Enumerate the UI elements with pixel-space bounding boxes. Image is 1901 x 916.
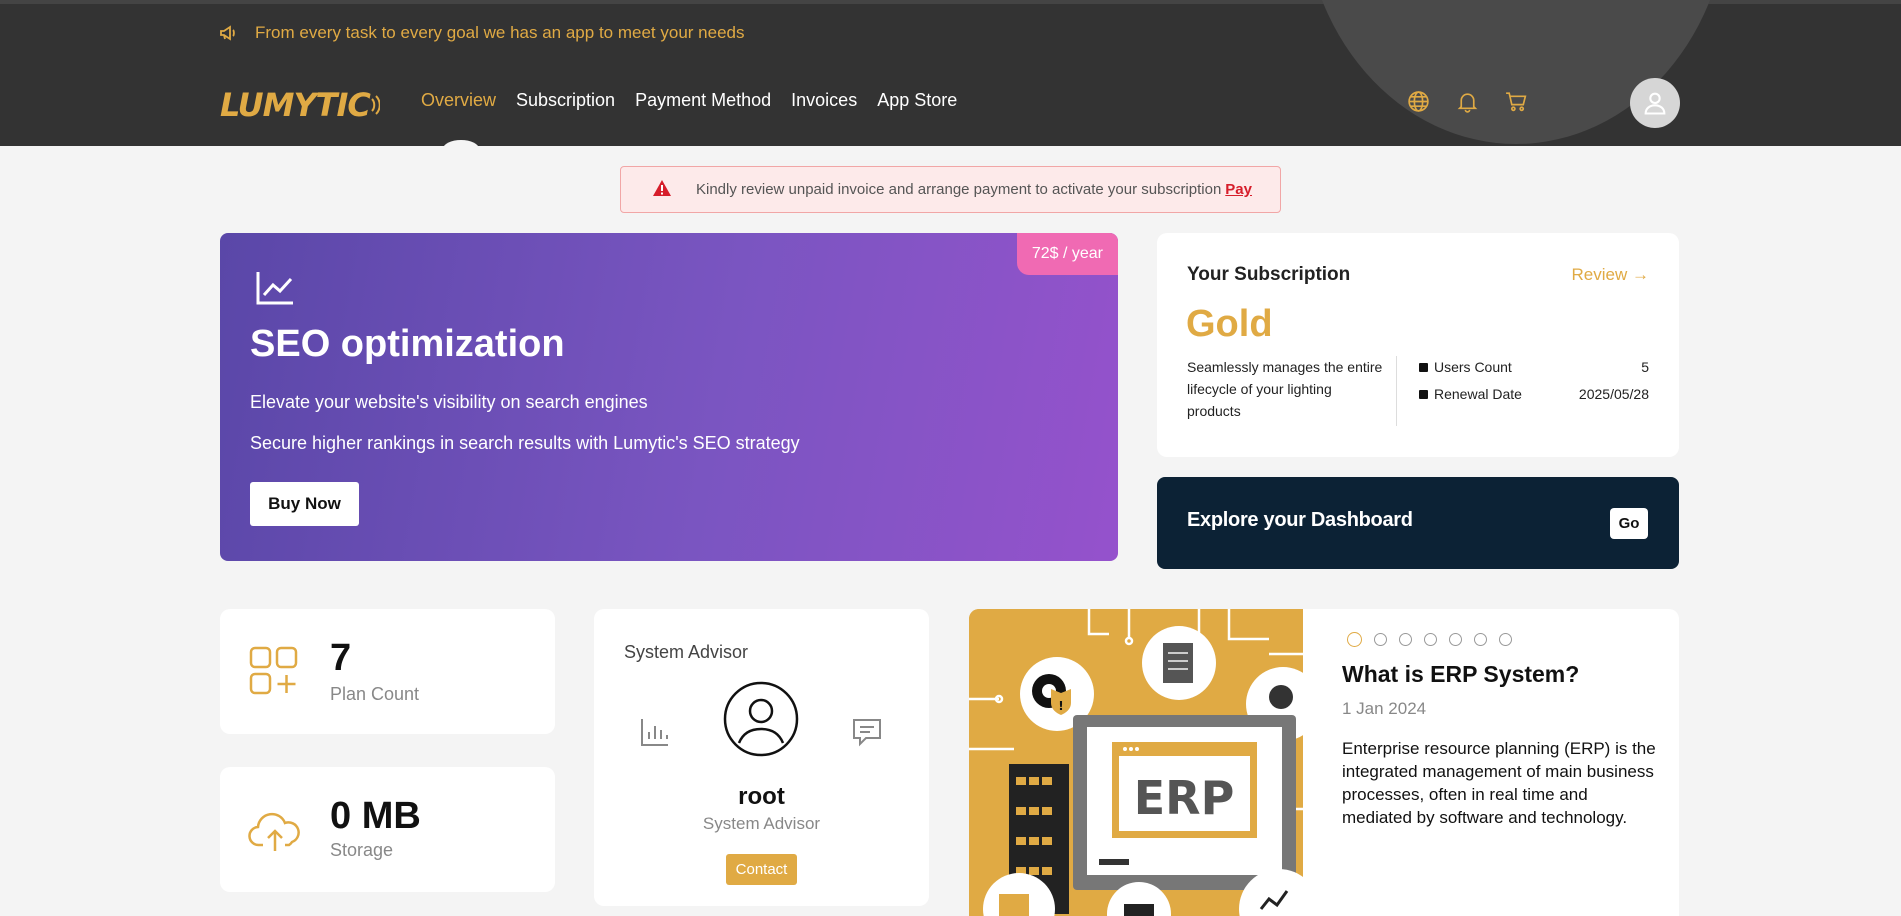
plan-count-card: 7 Plan Count <box>220 609 555 734</box>
carousel-dot[interactable] <box>1449 633 1462 646</box>
review-link[interactable]: Review → <box>1572 265 1649 285</box>
hero-title: SEO optimization <box>250 323 565 365</box>
pay-link[interactable]: Pay <box>1225 181 1252 198</box>
renewal-date-value: 2025/05/28 <box>1578 386 1649 402</box>
bell-icon[interactable] <box>1455 89 1480 114</box>
subscription-title: Your Subscription <box>1187 264 1351 285</box>
users-count-value: 5 <box>1641 359 1649 375</box>
announcement-text: From every task to every goal we has an … <box>255 23 745 42</box>
contact-button[interactable]: Contact <box>726 854 797 885</box>
logo-signal-icon <box>371 95 380 115</box>
article-body: Enterprise resource planning (ERP) is th… <box>1342 739 1656 827</box>
lumytic-logo[interactable]: LUMYTIC <box>220 86 380 124</box>
storage-label: Storage <box>330 840 394 860</box>
alert-message: Kindly review unpaid invoice and arrange… <box>696 181 1222 198</box>
advisor-name: root <box>738 783 785 810</box>
megaphone-icon <box>219 24 237 42</box>
storage-card: 0 MB Storage <box>220 767 555 892</box>
plan-count-value: 7 <box>330 637 352 679</box>
erp-article-card: ! ERP What is ERP System? 1 Jan 2024 Ent… <box>969 609 1679 916</box>
article-title[interactable]: What is ERP System? <box>1342 661 1579 688</box>
carousel-dot[interactable] <box>1399 633 1412 646</box>
header-actions <box>1406 89 1529 114</box>
carousel-dot[interactable] <box>1474 633 1487 646</box>
carousel-dot[interactable] <box>1424 633 1437 646</box>
subscription-meta: Users Count 5 Renewal Date 2025/05/28 <box>1419 356 1649 410</box>
user-avatar-icon <box>1644 92 1666 115</box>
unpaid-invoice-alert: Kindly review unpaid invoice and arrange… <box>620 166 1281 213</box>
advisor-title: System Advisor <box>624 642 749 662</box>
carousel-dot[interactable] <box>1499 633 1512 646</box>
nav-overview[interactable]: Overview <box>421 90 496 111</box>
plan-count-label: Plan Count <box>330 684 420 704</box>
users-count-label: Users Count <box>1434 359 1512 375</box>
globe-icon[interactable] <box>1406 89 1431 114</box>
erp-image-text: ERP <box>1134 771 1235 825</box>
plan-description: Seamlessly manages the entire lifecycle … <box>1187 359 1383 419</box>
renewal-date-label: Renewal Date <box>1434 386 1522 402</box>
article-date: 1 Jan 2024 <box>1342 699 1427 718</box>
erp-illustration: ! ERP <box>969 609 1303 916</box>
main-nav: Overview Subscription Payment Method Inv… <box>421 90 957 111</box>
nav-invoices[interactable]: Invoices <box>791 90 857 111</box>
seo-promo-card: 72$ / year SEO optimization Elevate your… <box>220 233 1118 561</box>
carousel-dot[interactable] <box>1347 632 1362 647</box>
nav-app-store[interactable]: App Store <box>877 90 957 111</box>
user-avatar[interactable] <box>1630 78 1680 128</box>
announcement-bar: From every task to every goal we has an … <box>219 20 744 46</box>
logo-text: LUMYTIC <box>220 86 371 124</box>
apps-add-icon <box>248 645 300 702</box>
nav-active-pointer <box>443 140 479 146</box>
storage-value: 0 MB <box>330 795 421 837</box>
bullet-square-icon <box>1419 362 1428 372</box>
top-header: From every task to every goal we has an … <box>0 0 1901 146</box>
explore-dashboard-card: Explore your Dashboard Go <box>1157 477 1679 569</box>
users-count-row: Users Count 5 <box>1419 356 1649 378</box>
advisor-user-icon <box>723 681 799 762</box>
buy-now-button[interactable]: Buy Now <box>250 482 359 526</box>
subscription-divider <box>1396 356 1397 426</box>
cart-icon[interactable] <box>1504 89 1529 114</box>
carousel-dots <box>1347 632 1512 647</box>
hero-line-1: Elevate your website's visibility on sea… <box>250 392 648 412</box>
warning-icon <box>652 179 672 201</box>
price-badge: 72$ / year <box>1016 233 1118 275</box>
subscription-card: Your Subscription Review → Gold Seamless… <box>1157 233 1679 457</box>
bar-chart-icon[interactable] <box>639 716 671 753</box>
chat-icon[interactable] <box>851 716 883 753</box>
nav-subscription[interactable]: Subscription <box>516 90 615 111</box>
svg-text:!: ! <box>1058 699 1063 713</box>
explore-title: Explore your Dashboard <box>1187 509 1413 531</box>
nav-payment-method[interactable]: Payment Method <box>635 90 771 111</box>
bullet-square-icon <box>1419 389 1428 399</box>
advisor-role: System Advisor <box>702 814 821 833</box>
go-button[interactable]: Go <box>1610 508 1648 539</box>
carousel-dot[interactable] <box>1374 633 1387 646</box>
line-chart-icon <box>255 270 295 311</box>
system-advisor-card: System Advisor root System Advisor Conta… <box>594 609 929 906</box>
cloud-upload-icon <box>248 807 302 858</box>
plan-name: Gold <box>1186 303 1273 345</box>
renewal-date-row: Renewal Date 2025/05/28 <box>1419 383 1649 405</box>
hero-line-2: Secure higher rankings in search results… <box>250 433 800 453</box>
